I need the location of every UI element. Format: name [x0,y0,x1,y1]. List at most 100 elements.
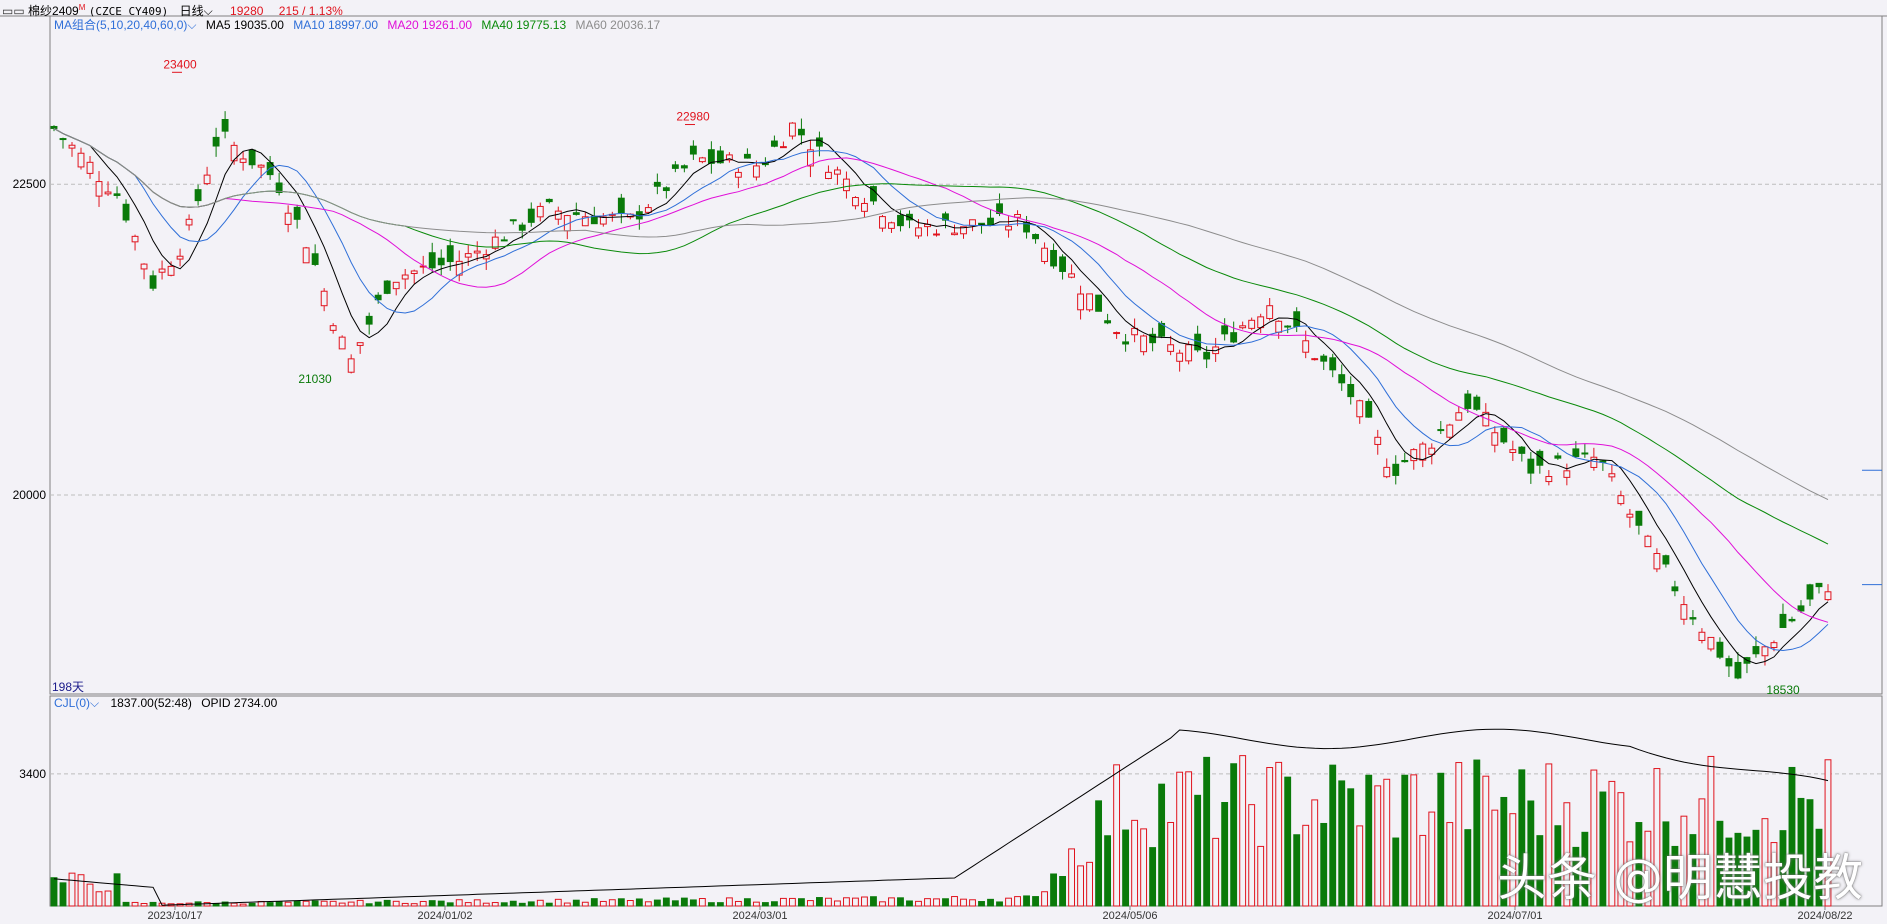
candle-body[interactable] [1626,513,1634,518]
candle-body[interactable] [1689,617,1697,620]
volume-bar[interactable] [437,900,445,907]
candle-body[interactable] [1266,305,1274,319]
candle-body[interactable] [1392,463,1400,476]
volume-bar[interactable] [554,898,562,907]
chevron-down-icon[interactable]: ⌵ [90,696,99,710]
volume-bar[interactable] [203,902,211,907]
candle-body[interactable] [1338,374,1346,384]
volume-bar[interactable] [951,896,958,907]
candle-body[interactable] [951,232,958,236]
volume-bar[interactable] [1482,775,1490,907]
volume-bar[interactable] [518,902,526,907]
volume-bar[interactable] [446,902,454,907]
volume-bar[interactable] [924,898,931,907]
volume-bar[interactable] [338,902,346,907]
volume-bar[interactable] [725,897,733,907]
chevron-down-icon[interactable]: ⌵ [204,4,213,18]
candle-body[interactable] [176,255,184,260]
volume-bar[interactable] [1032,896,1039,907]
candle-body[interactable] [1662,555,1670,565]
volume-bar[interactable] [1401,774,1409,907]
candle-body[interactable] [500,239,508,242]
volume-bar[interactable] [1158,783,1166,907]
candle-body[interactable] [1644,535,1652,548]
candle-body[interactable] [77,152,85,168]
volume-bar[interactable] [1419,834,1427,907]
candle-body[interactable] [428,252,436,269]
candle-body[interactable] [1419,443,1427,461]
candle-body[interactable] [293,206,301,220]
volume-bar[interactable] [933,898,940,907]
candle-body[interactable] [1050,249,1057,267]
candle-body[interactable] [1725,658,1733,667]
candle-body[interactable] [464,253,472,258]
volume-bar[interactable] [1194,794,1202,907]
candle-body[interactable] [1275,320,1283,333]
candle-body[interactable] [158,268,166,273]
volume-bar[interactable] [1248,804,1256,907]
candle-body[interactable] [1509,449,1517,453]
candle-body[interactable] [1716,641,1724,658]
volume-bar[interactable] [464,902,472,907]
candle-body[interactable] [653,181,661,187]
volume-bar[interactable] [671,900,679,907]
volume-bar[interactable] [1167,821,1175,907]
candle-body[interactable] [1302,340,1310,353]
candle-body[interactable] [527,208,535,223]
candle-body[interactable] [338,336,346,350]
volume-bar[interactable] [1095,800,1103,907]
candle-body[interactable] [752,165,760,178]
volume-bar[interactable] [536,899,544,907]
volume-bar[interactable] [1446,822,1454,907]
candle-body[interactable] [1401,459,1409,463]
volume-bar[interactable] [1356,825,1364,907]
candle-body[interactable] [284,212,292,225]
candle-body[interactable] [383,280,391,294]
volume-bar[interactable] [816,897,823,907]
candle-body[interactable] [1032,233,1039,240]
volume-bar[interactable] [1086,861,1094,907]
candle-body[interactable] [347,358,355,373]
volume-bar[interactable] [1464,829,1472,907]
candle-body[interactable] [1527,458,1535,474]
volume-bar[interactable] [572,899,580,907]
candle-body[interactable] [1041,247,1048,262]
volume-bar[interactable] [825,897,832,907]
candle-body[interactable] [1005,225,1012,231]
candle-body[interactable] [671,164,679,169]
candle-body[interactable] [734,171,742,178]
candle-body[interactable] [825,171,832,180]
volume-bar[interactable] [653,899,661,907]
volume-bar[interactable] [248,902,256,907]
volume-bar[interactable] [888,897,895,907]
volume-bar[interactable] [761,902,769,907]
volume-bar[interactable] [482,902,490,907]
candle-body[interactable] [915,227,922,237]
volume-bar[interactable] [329,900,337,907]
candle-body[interactable] [1059,256,1066,272]
volume-bar[interactable] [779,897,787,907]
volume-bar[interactable] [212,903,220,907]
candle-body[interactable] [1554,455,1562,459]
volume-bar[interactable] [473,899,481,907]
candle-body[interactable] [1617,495,1625,505]
volume-bar[interactable] [401,902,409,907]
candle-body[interactable] [1491,432,1499,446]
volume-bar[interactable] [1392,837,1400,907]
candle-body[interactable] [1563,470,1571,478]
chevron-down-icon[interactable]: ⌵ [187,18,196,32]
volume-bar[interactable] [365,903,373,907]
volume-bar[interactable] [1149,847,1157,907]
volume-bar[interactable] [1050,873,1057,907]
volume-bar[interactable] [122,901,130,907]
volume-bar[interactable] [1059,876,1066,907]
volume-bar[interactable] [383,899,391,907]
candle-body[interactable] [1806,584,1814,600]
volume-bar[interactable] [1347,788,1355,907]
candle-body[interactable] [662,187,670,192]
volume-bar[interactable] [978,901,985,907]
candle-body[interactable] [1086,293,1094,311]
candle-body[interactable] [797,128,805,136]
candle-body[interactable] [536,205,544,218]
candle-body[interactable] [203,174,211,185]
